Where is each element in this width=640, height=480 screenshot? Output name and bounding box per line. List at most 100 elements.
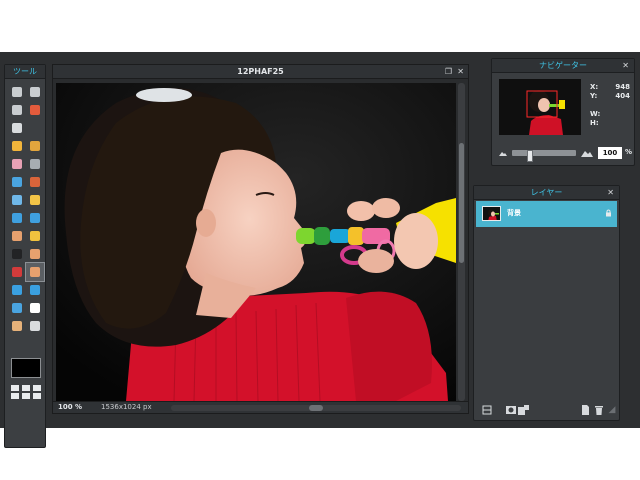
horizontal-scrollbar[interactable] <box>171 405 461 411</box>
navigator-zoom-unit: % <box>625 148 633 156</box>
zoom-out-mountain-icon[interactable] <box>498 149 508 157</box>
layer-mask-icon[interactable] <box>506 405 516 415</box>
paint-bucket-tool-button[interactable] <box>26 155 44 173</box>
y-value: 404 <box>615 92 630 100</box>
layer-toolbar: ◢ <box>474 400 619 420</box>
canvas-status-bar: 100 % 1536x1024 px <box>53 401 468 413</box>
marquee-tool-icon <box>12 105 22 115</box>
blur-tool-icon <box>12 213 22 223</box>
navigator-preview-image <box>499 79 581 135</box>
hand-tool-icon <box>12 321 22 331</box>
zoom-slider[interactable] <box>512 150 576 162</box>
grid-cell-icon <box>22 385 30 391</box>
vertical-scrollbar[interactable] <box>458 83 465 401</box>
type-tool-button[interactable] <box>26 299 44 317</box>
magic-wand-tool-button[interactable] <box>8 119 26 137</box>
canvas-zoom-value[interactable]: 100 <box>58 403 73 411</box>
type-tool-icon <box>30 303 40 313</box>
move-tool-icon <box>30 87 40 97</box>
red-eye-tool-button[interactable] <box>8 263 26 281</box>
spot-heal-tool-button[interactable] <box>25 262 45 282</box>
height-label: H: <box>590 119 599 127</box>
color-replace-tool-button[interactable] <box>8 191 26 209</box>
canvas-title-bar: 12PHAF25 ❐ ✕ <box>53 65 468 79</box>
spot-heal-tool-icon <box>30 267 40 277</box>
red-eye-tool-icon <box>12 267 22 277</box>
clone-stamp-tool-button[interactable] <box>26 173 44 191</box>
layers-panel: レイヤー ✕ 背景 ◢ <box>473 185 620 421</box>
navigator-title-bar: ナビゲーター ✕ <box>492 59 634 73</box>
view-mode-grid[interactable] <box>11 385 41 399</box>
delete-layer-trash-icon[interactable] <box>594 405 604 415</box>
gradient-tool-icon <box>12 177 22 187</box>
grid-cell-icon <box>22 393 30 399</box>
eraser-tool-icon <box>12 159 22 169</box>
grid-cell-icon <box>33 385 41 391</box>
zoom-tool-icon <box>30 321 40 331</box>
smudge-tool-icon <box>12 231 22 241</box>
blur-tool-button[interactable] <box>8 209 26 227</box>
tool-grid <box>8 83 45 335</box>
sharpen-tool-icon <box>30 213 40 223</box>
layer-thumbnail-image <box>483 207 500 220</box>
x-label: X: <box>590 83 599 91</box>
pencil-tool-button[interactable] <box>8 137 26 155</box>
eraser-tool-button[interactable] <box>8 155 26 173</box>
horizontal-scroll-thumb[interactable] <box>309 405 323 411</box>
brush-tool-icon <box>30 141 40 151</box>
primary-color-swatch[interactable] <box>11 358 41 378</box>
canvas-window: 12PHAF25 ❐ ✕ 100 % 1536x1024 px <box>52 64 469 414</box>
grid-cell-icon <box>11 385 19 391</box>
sharpen-tool-button[interactable] <box>26 209 44 227</box>
crop-tool-button[interactable] <box>8 83 26 101</box>
close-icon[interactable]: ✕ <box>622 59 629 73</box>
y-label: Y: <box>590 92 598 100</box>
zoom-in-mountain-icon[interactable] <box>580 148 594 158</box>
restore-window-icon[interactable]: ❐ <box>445 65 452 79</box>
paint-bucket-tool-icon <box>30 159 40 169</box>
move-tool-button[interactable] <box>26 83 44 101</box>
bloat-tool-button[interactable] <box>8 281 26 299</box>
zoom-slider-knob[interactable] <box>526 150 533 162</box>
pinch-tool-button[interactable] <box>26 281 44 299</box>
layer-thumbnail <box>482 206 501 221</box>
layer-style-icon[interactable] <box>482 405 492 415</box>
brush-tool-button[interactable] <box>26 137 44 155</box>
image-canvas[interactable] <box>56 83 456 401</box>
navigator-zoom-input[interactable]: 100 <box>598 147 622 159</box>
close-icon[interactable]: ✕ <box>457 65 464 79</box>
magic-wand-tool-icon <box>12 123 22 133</box>
grid-cell-icon <box>11 393 19 399</box>
vertical-scroll-thumb[interactable] <box>459 143 464 263</box>
app-window: ツール 12PHAF25 ❐ ✕ 100 % 1536x1024 px ナビゲー… <box>0 52 640 448</box>
navigator-title: ナビゲーター <box>539 61 587 70</box>
photo-of-child-with-toy-trumpet <box>56 83 456 401</box>
layer-row[interactable]: 背景 <box>476 201 617 227</box>
navigator-thumbnail[interactable] <box>499 79 581 135</box>
hand-tool-button[interactable] <box>8 317 26 335</box>
grid-cell-icon <box>33 393 41 399</box>
adjustment-layer-icon[interactable] <box>518 405 529 415</box>
layers-title: レイヤー <box>530 188 563 197</box>
smudge-tool-button[interactable] <box>8 227 26 245</box>
x-value: 948 <box>615 83 630 91</box>
crop-tool-icon <box>12 87 22 97</box>
drawing-tool-button[interactable] <box>26 191 44 209</box>
new-layer-icon[interactable] <box>580 405 590 415</box>
gradient-tool-button[interactable] <box>8 173 26 191</box>
color-picker-tool-button[interactable] <box>8 299 26 317</box>
marquee-tool-button[interactable] <box>8 101 26 119</box>
burn-tool-button[interactable] <box>26 245 44 263</box>
close-icon[interactable]: ✕ <box>607 186 614 200</box>
tools-panel: ツール <box>4 64 46 448</box>
clone-stamp-tool-icon <box>30 177 40 187</box>
dodge-tool-button[interactable] <box>8 245 26 263</box>
burn-tool-icon <box>30 249 40 259</box>
sponge-tool-button[interactable] <box>26 227 44 245</box>
color-replace-tool-icon <box>12 195 22 205</box>
resize-grip-icon[interactable]: ◢ <box>607 405 617 415</box>
image-dimensions: 1536x1024 px <box>101 403 152 411</box>
lasso-tool-button[interactable] <box>26 101 44 119</box>
zoom-tool-button[interactable] <box>26 317 44 335</box>
cursor-coordinates: X: 948 Y: 404 W: H: <box>590 83 630 128</box>
